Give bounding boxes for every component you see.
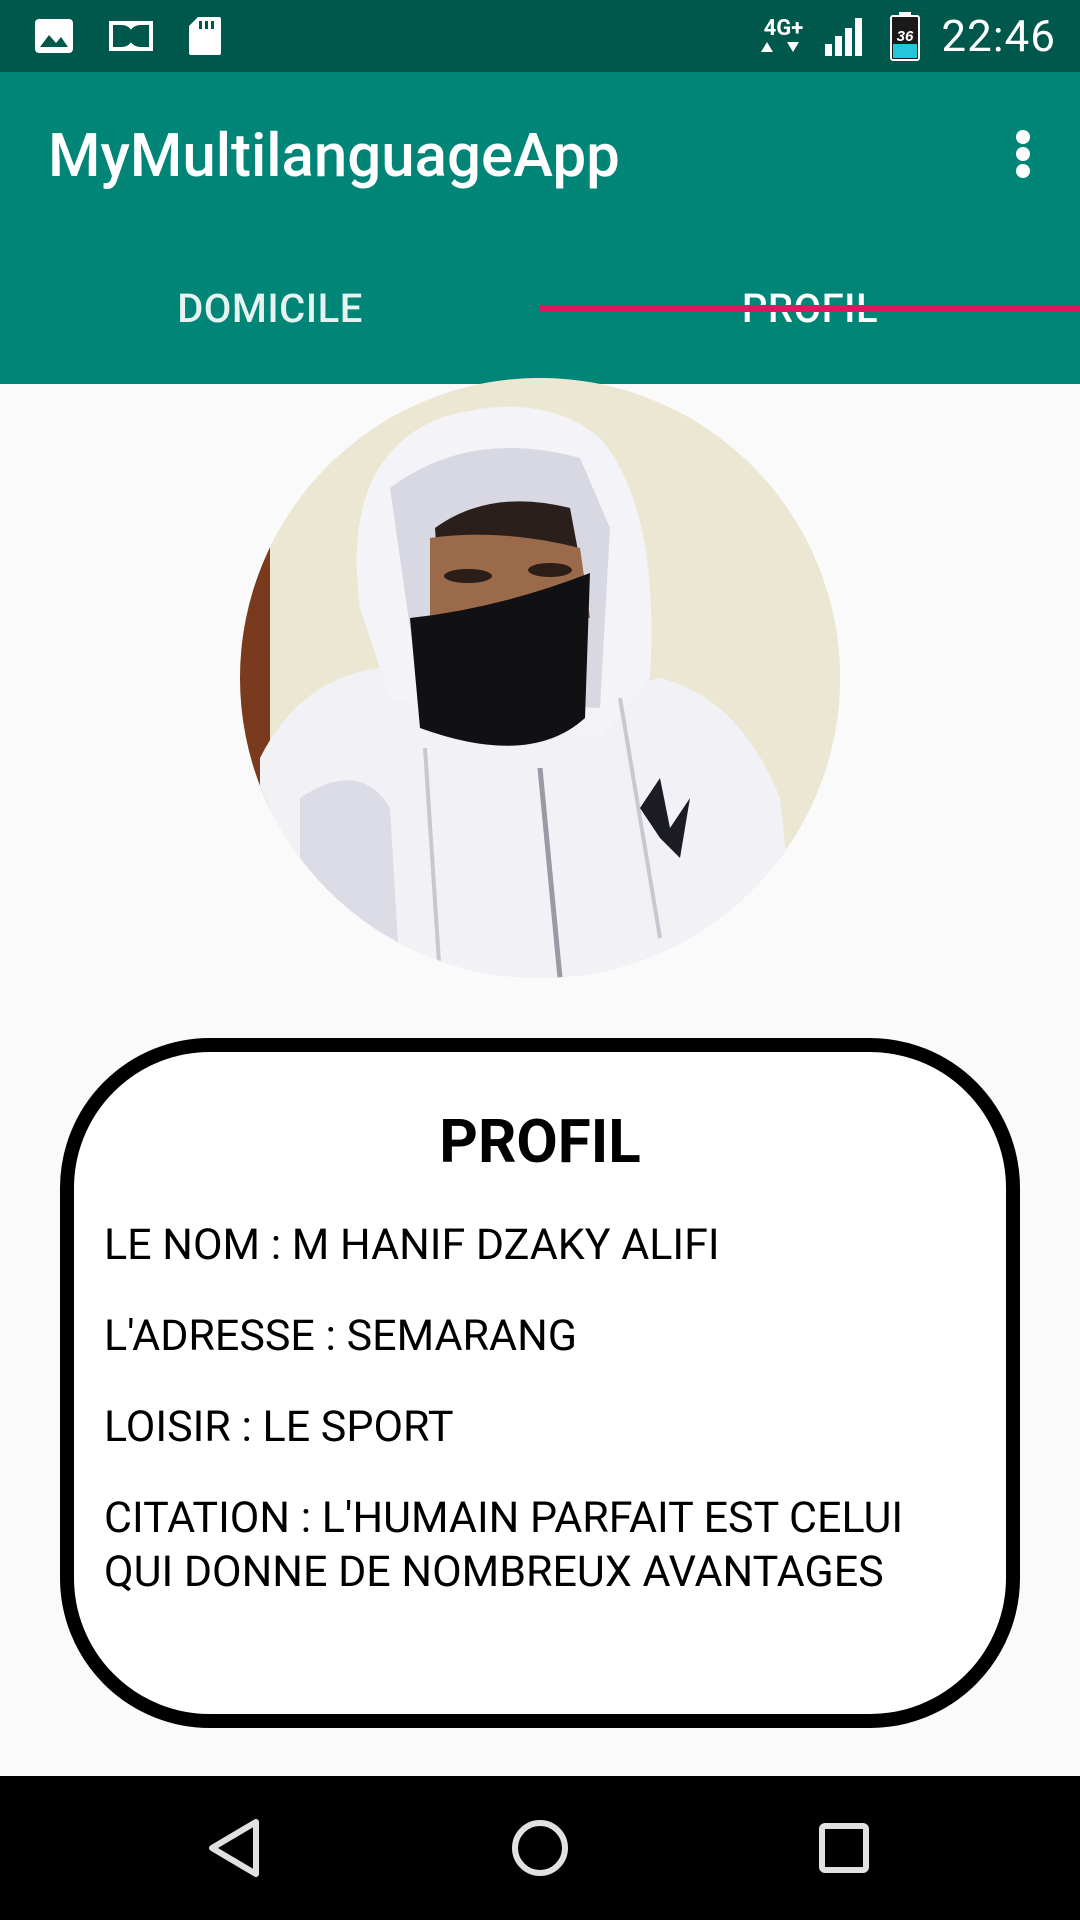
battery-level-text: 36 — [897, 28, 914, 45]
status-bar: 4G+ 36 22:46 — [0, 0, 1080, 72]
profile-hobby: LOISIR : LE SPORT — [104, 1402, 454, 1452]
tab-domicile[interactable]: DOMICILE — [0, 232, 540, 384]
recents-icon[interactable] — [808, 1812, 880, 1884]
profile-quote-line-2: QUI DONNE DE NOMBREUX AVANTAGES — [104, 1547, 884, 1597]
tab-selected-indicator — [540, 305, 1080, 312]
overflow-menu-icon[interactable] — [996, 122, 1050, 186]
network-arrows-icon: 4G+ — [761, 18, 805, 54]
profile-card: PROFIL LE NOM : M HANIF DZAKY ALIFI L'AD… — [60, 1038, 1020, 1728]
status-time: 22:46 — [941, 10, 1056, 62]
dolby-icon — [108, 20, 154, 52]
back-icon[interactable] — [198, 1812, 270, 1884]
status-notification-icons — [34, 16, 222, 56]
signal-icon — [823, 14, 869, 58]
sd-card-icon — [188, 16, 222, 56]
image-icon — [34, 18, 74, 54]
app-bar: MyMultilanguageApp DOMICILE PROFIL — [0, 72, 1080, 384]
profile-quote-line-1: CITATION : L'HUMAIN PARFAIT EST CELUI — [104, 1493, 904, 1543]
profile-address: L'ADRESSE : SEMARANG — [104, 1311, 578, 1361]
app-title: MyMultilanguageApp — [48, 120, 620, 191]
profile-avatar — [240, 378, 840, 978]
profile-name: LE NOM : M HANIF DZAKY ALIFI — [104, 1220, 720, 1270]
home-icon[interactable] — [504, 1812, 576, 1884]
network-type-label: 4G+ — [763, 16, 804, 41]
profile-card-title: PROFIL — [439, 1106, 641, 1177]
navigation-bar — [0, 1776, 1080, 1920]
status-system-icons: 4G+ 36 22:46 — [761, 10, 1056, 62]
battery-icon: 36 — [887, 11, 923, 61]
